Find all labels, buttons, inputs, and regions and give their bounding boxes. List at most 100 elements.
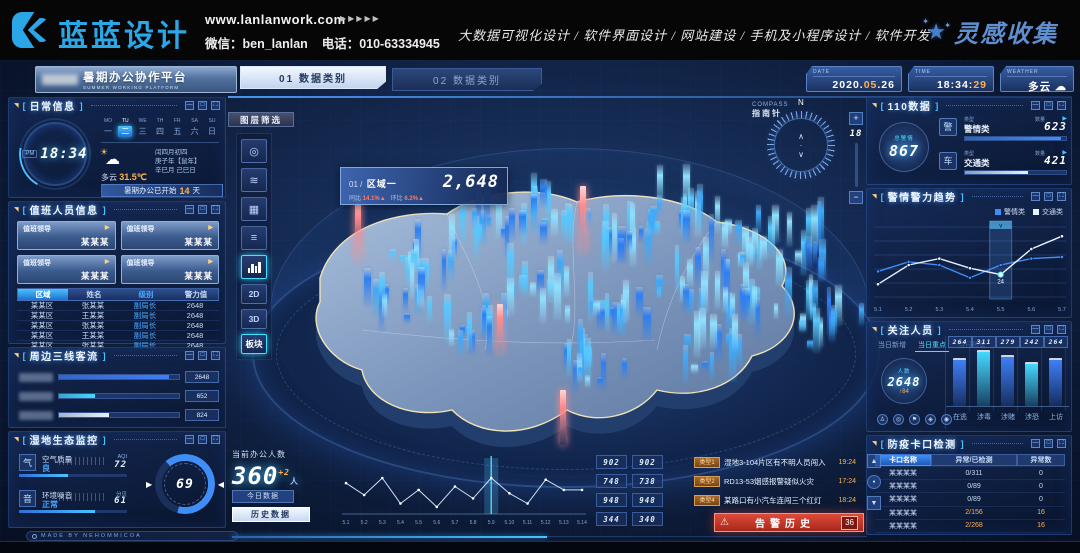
map-bar[interactable] — [699, 308, 706, 348]
checkpoint-row[interactable]: 某某某某0/890 — [875, 493, 1065, 506]
map-bar[interactable] — [735, 220, 742, 244]
map-bar[interactable] — [364, 268, 371, 306]
map-bar[interactable] — [487, 316, 492, 354]
map-bar[interactable] — [657, 165, 663, 202]
map-bar[interactable] — [740, 252, 746, 266]
map-bar[interactable] — [519, 275, 527, 291]
map-bar[interactable] — [776, 249, 783, 285]
map-bar[interactable] — [427, 296, 432, 323]
duty-card[interactable]: 值班领导▶某某某 — [121, 255, 220, 284]
expand-icon[interactable]: ⛶ — [211, 435, 220, 444]
map-bar[interactable] — [799, 319, 806, 332]
map-bar-alert[interactable] — [355, 198, 361, 260]
maximize-icon[interactable]: □ — [198, 101, 207, 110]
alert-row[interactable]: 类型4 某路口有小汽车连闯三个红灯 18:24 — [694, 492, 856, 509]
map-bar[interactable] — [627, 231, 632, 250]
maximize-icon[interactable]: □ — [198, 435, 207, 444]
map-bar[interactable] — [831, 305, 837, 334]
bar[interactable] — [1049, 358, 1062, 406]
focus-tab[interactable]: 当日重点 — [915, 339, 949, 352]
map-bar[interactable] — [656, 275, 663, 295]
minimize-icon[interactable]: — — [1031, 101, 1040, 110]
weekday-cell[interactable]: MO一 — [101, 118, 115, 137]
map-bar[interactable] — [722, 221, 728, 248]
map-bar[interactable] — [618, 238, 624, 262]
map-bar[interactable] — [612, 213, 617, 262]
map-bar[interactable] — [593, 300, 600, 315]
duty-col-header[interactable]: 区域 — [18, 289, 68, 300]
map-bar[interactable] — [605, 293, 609, 331]
maximize-icon[interactable]: □ — [1044, 325, 1053, 334]
map-bar[interactable] — [683, 345, 688, 383]
map-bar[interactable] — [702, 361, 708, 370]
scroll-dot-icon[interactable]: ● — [867, 475, 881, 489]
map-bar[interactable] — [683, 210, 690, 242]
expand-icon[interactable]: ⛶ — [1057, 101, 1066, 110]
map-bar[interactable] — [530, 282, 536, 296]
map-bar[interactable] — [467, 312, 472, 349]
map-bar[interactable] — [756, 205, 761, 232]
map-bar[interactable] — [813, 308, 820, 352]
weekday-cell[interactable]: TH四 — [153, 118, 167, 137]
weekday-cell[interactable]: SA六 — [188, 118, 202, 137]
history-data-button[interactable]: 历史数据 — [232, 507, 310, 522]
map-bar[interactable] — [709, 214, 714, 260]
minimize-icon[interactable]: — — [185, 435, 194, 444]
map-bar[interactable] — [458, 330, 463, 356]
zoom-slider[interactable] — [855, 143, 858, 187]
map-bar[interactable] — [449, 214, 455, 260]
map-bar[interactable] — [710, 352, 714, 379]
flag-icon[interactable]: ⚑ — [909, 414, 920, 425]
minimize-icon[interactable]: — — [185, 205, 194, 214]
maximize-icon[interactable]: □ — [1044, 101, 1053, 110]
person-icon[interactable]: ♙ — [877, 414, 888, 425]
checkpoint-row[interactable]: 某某某某0/890 — [875, 480, 1065, 493]
minimize-icon[interactable]: — — [1031, 325, 1040, 334]
scroll-down-icon[interactable]: ▼ — [867, 496, 881, 510]
map-bar[interactable] — [622, 358, 627, 378]
alert-row[interactable]: 类型1 湿地3-104片区有不明人员闯入 19:24 — [694, 454, 856, 471]
duty-col-header[interactable]: 姓名 — [68, 289, 120, 300]
map-bar[interactable] — [623, 280, 629, 321]
legend-item[interactable]: 警情类 — [995, 207, 1025, 217]
weekday-cell[interactable]: WE三 — [136, 118, 150, 137]
lock-icon[interactable]: ◈ — [925, 414, 936, 425]
expand-icon[interactable]: ⛶ — [211, 101, 220, 110]
map-bar[interactable] — [697, 184, 703, 229]
map-bar[interactable] — [482, 305, 486, 339]
map-bar[interactable] — [564, 266, 569, 296]
map-bar[interactable] — [683, 284, 689, 311]
map-bar[interactable] — [723, 287, 728, 312]
expand-icon[interactable]: ⛶ — [1057, 192, 1066, 201]
map-bar[interactable] — [460, 201, 466, 243]
maximize-icon[interactable]: □ — [1044, 192, 1053, 201]
map-bar[interactable] — [695, 247, 701, 284]
today-data-button[interactable]: 今日数据 — [232, 490, 294, 503]
expand-icon[interactable]: ⛶ — [1057, 439, 1066, 448]
map-bar[interactable] — [691, 364, 698, 373]
map-bar[interactable] — [710, 314, 717, 348]
map-bar[interactable] — [732, 314, 738, 350]
duty-col-header[interactable]: 级别 — [120, 289, 172, 300]
map-bar[interactable] — [540, 288, 546, 323]
weekday-cell[interactable]: FR五 — [170, 118, 184, 137]
website-link[interactable]: www.lanlanwork.com — [205, 12, 346, 27]
map-bar[interactable] — [578, 319, 583, 365]
alert-row[interactable]: 类型2 RD13-53烟感报警疑似火灾 17:24 — [694, 473, 856, 490]
legend-item[interactable]: 交通类 — [1033, 207, 1063, 217]
map-bar[interactable] — [643, 307, 651, 340]
minimize-icon[interactable]: — — [185, 101, 194, 110]
bar[interactable] — [977, 350, 990, 406]
map-bar[interactable] — [554, 273, 561, 319]
map-bar[interactable] — [379, 272, 385, 303]
map-bar[interactable] — [561, 210, 567, 237]
map-bar[interactable] — [410, 263, 414, 298]
minimize-icon[interactable]: — — [1031, 439, 1040, 448]
map-bar[interactable] — [404, 313, 410, 323]
map-bar[interactable] — [715, 271, 720, 309]
map-bar[interactable] — [701, 271, 708, 312]
bar[interactable] — [1001, 355, 1014, 406]
duty-card[interactable]: 值班领导▶某某某 — [17, 221, 116, 250]
map-bar[interactable] — [795, 250, 802, 265]
maximize-icon[interactable]: □ — [198, 351, 207, 360]
